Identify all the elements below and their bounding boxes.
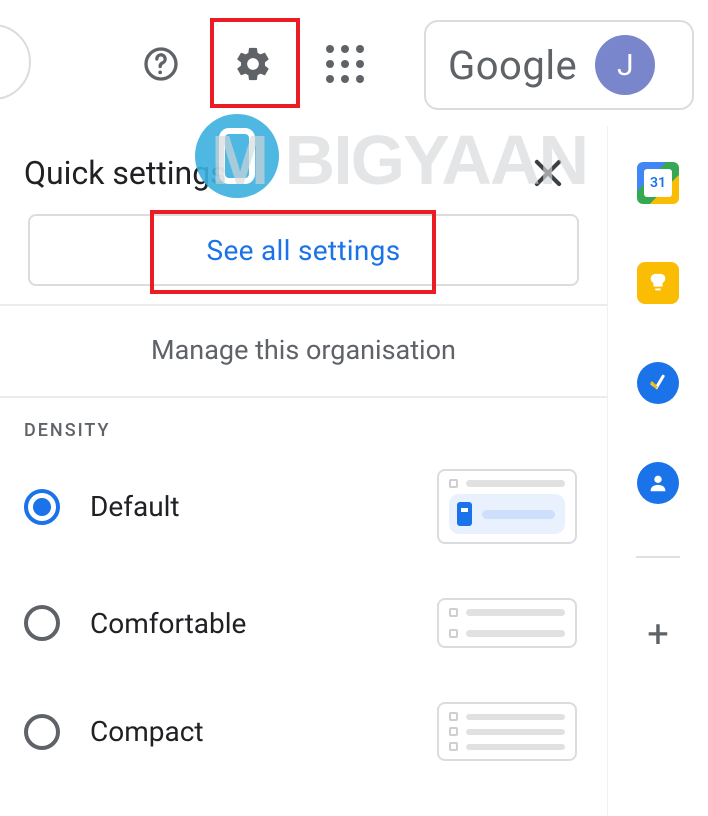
manage-organisation-link[interactable]: Manage this organisation [0, 306, 607, 396]
google-apps-icon[interactable] [322, 41, 368, 87]
avatar-initial: J [617, 48, 634, 83]
side-panel-rail: 31 + [608, 126, 708, 816]
density-label: Compact [90, 715, 204, 748]
add-addon-icon[interactable]: + [647, 616, 669, 654]
radio-icon[interactable] [24, 605, 60, 641]
quick-settings-panel: Quick settings See all settings Manage t… [0, 126, 608, 816]
calendar-app-icon[interactable]: 31 [637, 162, 679, 204]
quick-settings-header: Quick settings [0, 126, 607, 206]
header-bar: ve ▼ Google J [0, 0, 708, 120]
density-preview-default [437, 469, 577, 544]
avatar[interactable]: J [595, 35, 655, 95]
radio-icon[interactable] [24, 489, 60, 525]
gear-icon[interactable] [230, 41, 276, 87]
density-preview-comfortable [437, 598, 577, 648]
see-all-settings-label: See all settings [207, 234, 401, 267]
keep-app-icon[interactable] [637, 262, 679, 304]
density-section: DENSITY Default Comfortable [0, 398, 607, 761]
main-area: Quick settings See all settings Manage t… [0, 126, 708, 816]
density-preview-compact [437, 702, 577, 761]
density-heading: DENSITY [24, 420, 579, 441]
contacts-app-icon[interactable] [637, 462, 679, 504]
density-options: Default Comfortable [24, 469, 579, 761]
calendar-date: 31 [644, 169, 672, 197]
google-logo-text: Google [448, 42, 577, 89]
density-label: Default [90, 490, 180, 523]
density-option-comfortable[interactable]: Comfortable [24, 598, 579, 648]
archive-chip[interactable]: ve ▼ [0, 24, 31, 100]
dropdown-caret-icon: ▼ [0, 52, 3, 73]
account-chip[interactable]: Google J [424, 20, 694, 110]
see-all-settings-button[interactable]: See all settings [28, 214, 579, 286]
see-all-settings-wrap: See all settings [0, 206, 607, 304]
close-icon[interactable] [529, 154, 567, 192]
help-icon[interactable] [138, 41, 184, 87]
manage-organisation-label: Manage this organisation [151, 334, 456, 366]
density-option-default[interactable]: Default [24, 469, 579, 544]
panel-title: Quick settings [24, 154, 227, 192]
rail-divider [636, 556, 680, 558]
header-toolbar [138, 34, 368, 94]
density-label: Comfortable [90, 607, 246, 640]
tasks-app-icon[interactable] [637, 362, 679, 404]
density-option-compact[interactable]: Compact [24, 702, 579, 761]
radio-icon[interactable] [24, 714, 60, 750]
